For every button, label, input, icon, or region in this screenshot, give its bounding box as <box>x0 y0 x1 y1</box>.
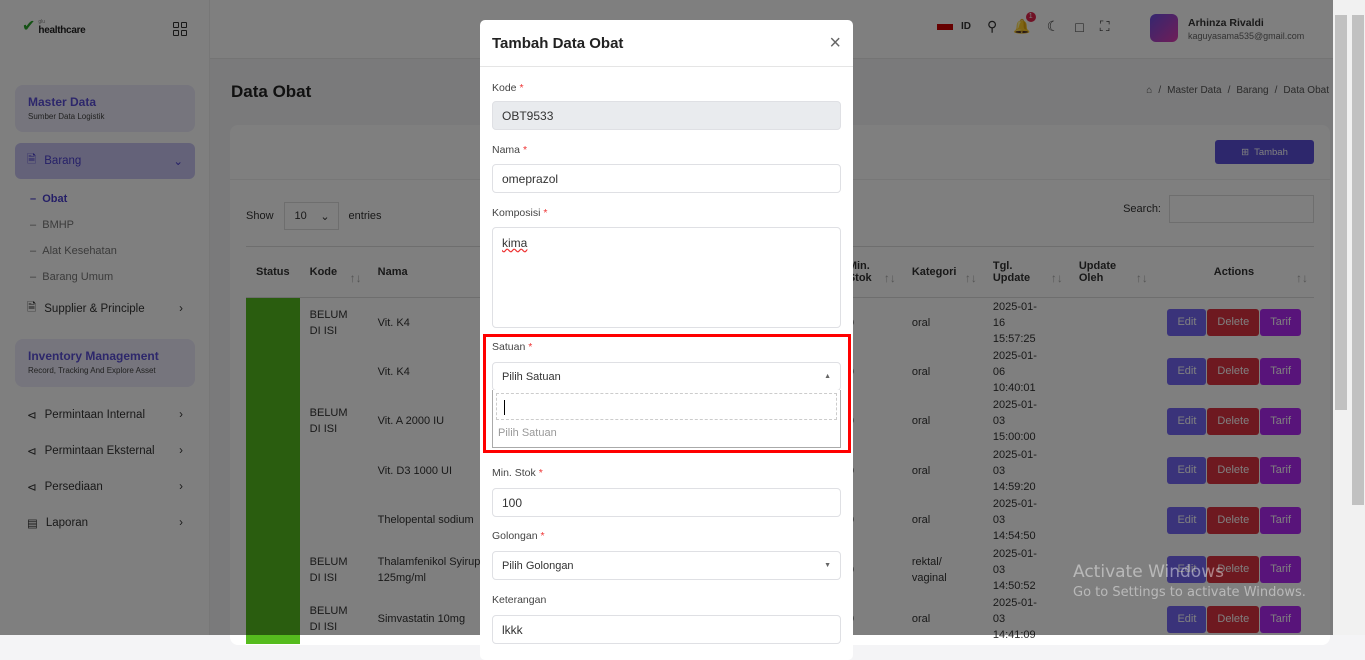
golongan-select[interactable]: Pilih Golongan ▼ <box>492 551 841 580</box>
scrollbar[interactable] <box>1333 0 1365 635</box>
modal-title: Tambah Data Obat <box>492 34 624 52</box>
nama-field[interactable]: omeprazol <box>492 164 841 193</box>
kode-field[interactable]: OBT9533 <box>492 101 841 130</box>
keterangan-field[interactable]: lkkk <box>492 615 841 644</box>
caret-down-icon: ▼ <box>824 562 831 569</box>
activate-windows-watermark: Activate Windows Go to Settings to activa… <box>1073 562 1306 600</box>
komposisi-textarea[interactable]: kima <box>492 227 841 328</box>
min-stok-field[interactable]: 100 <box>492 488 841 517</box>
close-icon[interactable]: × <box>829 32 841 55</box>
highlight-box <box>483 334 851 453</box>
